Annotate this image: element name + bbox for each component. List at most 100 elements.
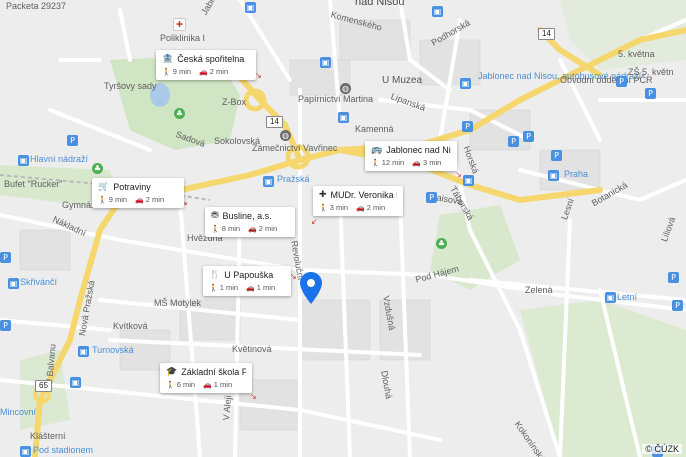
poi-label: Bufet "Rucker" [4, 179, 63, 189]
poi-label: Pod stadionem [33, 445, 94, 455]
poi-label: Turnovská [92, 345, 134, 355]
street-label: Květinová [232, 344, 272, 354]
walk-time: 🚶 9 min [162, 67, 192, 76]
bus-stop-icon[interactable]: ▣ [8, 278, 19, 289]
place-card-zakladni-skola[interactable]: 🎓Základní škola Pi... 🚶6 min 🚗1 min [160, 363, 252, 393]
place-card-mudr-veronika[interactable]: ✚MUDr. Veronika B... 🚶3 min 🚗2 min [313, 186, 403, 216]
walk-time: 🚶 12 min [371, 158, 405, 167]
restaurant-icon: 🍴 [209, 270, 221, 280]
bus-icon: 🚌 [371, 145, 383, 155]
parking-icon[interactable]: P [645, 88, 656, 99]
parking-icon[interactable]: P [67, 135, 78, 146]
place-card-potraviny[interactable]: 🛒 Potraviny 🚶 9 min 🚗 2 min [92, 178, 184, 208]
police-icon[interactable]: P [616, 76, 627, 87]
parking-icon[interactable]: P [0, 252, 11, 263]
walk-icon: 🚶 [98, 196, 107, 204]
bus-stop-icon[interactable]: ▣ [263, 176, 274, 187]
car-icon: 🚗 [246, 284, 255, 292]
street-label: Packeta 29237 [6, 1, 67, 11]
walk-icon: 🚶 [319, 204, 328, 212]
street-label: Zelená [525, 285, 553, 295]
car-time: 🚗 2 min [135, 195, 165, 204]
bus-stop-icon[interactable]: ▣ [463, 175, 474, 186]
place-card-ceska-sporitelna[interactable]: 🏦 Česká spořitelna 🚶 9 min 🚗 2 min [156, 50, 256, 80]
bus-stop-icon[interactable]: ▣ [338, 112, 349, 123]
walk-time: 🚶 9 min [98, 195, 128, 204]
map-base-layer [0, 0, 686, 457]
location-pin-icon[interactable] [300, 272, 322, 304]
walk-icon: 🚶 [371, 159, 380, 167]
bus-stop-icon[interactable]: ▣ [245, 2, 256, 13]
parking-icon[interactable]: P [462, 121, 473, 132]
park-icon[interactable]: ♣ [174, 108, 185, 119]
bus-stop-icon[interactable]: ▣ [548, 170, 559, 181]
company-icon: ⛃ [211, 211, 219, 221]
poi-label: Obvodní oddělení PČR [560, 75, 653, 85]
place-name: Jablonec nad Nis... [386, 145, 451, 155]
place-name: Potraviny [113, 182, 151, 192]
street-label: U Muzea [382, 75, 423, 86]
poi-label: MŠ Motýlek [154, 298, 202, 308]
parking-icon[interactable]: P [523, 131, 534, 142]
car-icon: 🚗 [203, 381, 212, 389]
bus-stop-icon[interactable]: ▣ [605, 292, 616, 303]
street-label: Kvítková [113, 321, 148, 331]
walk-icon: 🚶 [209, 284, 218, 292]
car-time: 🚗 3 min [412, 158, 442, 167]
place-card-busline[interactable]: ⛃ Busline, a.s. 🚶 8 min 🚗 2 min [205, 207, 295, 237]
place-name: MUDr. Veronika B... [330, 190, 397, 200]
car-time: 🚗 1 min [203, 380, 233, 389]
place-card-jablonec-nad-nisou[interactable]: 🚌Jablonec nad Nis... 🚶12 min 🚗3 min [365, 141, 457, 171]
shop-icon[interactable]: ◍ [280, 130, 291, 141]
poi-label: Skřivánčí [20, 277, 58, 287]
car-icon: 🚗 [248, 225, 257, 233]
parking-icon[interactable]: P [668, 272, 679, 283]
place-name: Busline, a.s. [222, 211, 272, 221]
walk-icon: 🚶 [166, 381, 175, 389]
parking-icon[interactable]: P [426, 192, 437, 203]
bus-stop-icon[interactable]: ▣ [78, 346, 89, 357]
parking-icon[interactable]: P [0, 320, 11, 331]
bus-stop-icon[interactable]: ▣ [18, 155, 29, 166]
car-time: 🚗 2 min [248, 224, 278, 233]
poi-label: Mincovní [0, 407, 37, 417]
hospital-icon[interactable]: ✚ [173, 18, 186, 31]
poi-label: Z-Box [222, 97, 247, 107]
poi-label: Kamenná [355, 124, 394, 134]
car-time: 🚗 2 min [356, 203, 386, 212]
road-number-shield: 65 [35, 380, 52, 392]
bus-stop-icon[interactable]: ▣ [320, 57, 331, 68]
poi-label: Poliklinika I [160, 33, 206, 43]
bus-stop-icon[interactable]: ▣ [432, 6, 443, 17]
bus-stop-icon[interactable]: ▣ [20, 446, 31, 457]
direction-arrow-icon: ↘ [455, 170, 462, 179]
road-number-shield: 14 [266, 116, 283, 128]
park-icon[interactable]: ♣ [436, 238, 447, 249]
place-card-u-papouska[interactable]: 🍴 U Papouška 🚶 1 min 🚗 1 min [203, 266, 291, 296]
cart-icon: 🛒 [98, 182, 110, 192]
park-icon[interactable]: ♣ [92, 163, 103, 174]
map-canvas[interactable]: Packeta 29237 Jablonecká Komenského nad … [0, 0, 686, 457]
car-icon: 🚗 [356, 204, 365, 212]
car-icon: 🚗 [135, 196, 144, 204]
walk-time: 🚶 3 min [319, 203, 349, 212]
medical-icon: ✚ [319, 190, 327, 200]
road-number-shield: 14 [538, 28, 555, 40]
place-name: Česká spořitelna [177, 54, 245, 64]
bus-stop-icon[interactable]: ▣ [70, 377, 81, 388]
direction-arrow-icon: ↘ [290, 272, 297, 281]
bus-stop-icon[interactable]: ▣ [460, 78, 471, 89]
shop-icon[interactable]: ◍ [340, 83, 351, 94]
walk-icon: 🚶 [162, 68, 171, 76]
station-label: Pražská [277, 174, 310, 184]
parking-icon[interactable]: P [672, 300, 683, 311]
parking-icon[interactable]: P [551, 150, 562, 161]
parking-icon[interactable]: P [508, 136, 519, 147]
car-icon: 🚗 [412, 159, 421, 167]
car-time: 🚗 1 min [246, 283, 276, 292]
poi-label: Papírnictví Martina [298, 94, 374, 104]
poi-label: Letní [617, 292, 638, 302]
map-copyright: © ČÚZK [642, 444, 682, 454]
street-label: Tyršovy sady [104, 81, 157, 91]
bank-icon: 🏦 [162, 54, 174, 64]
